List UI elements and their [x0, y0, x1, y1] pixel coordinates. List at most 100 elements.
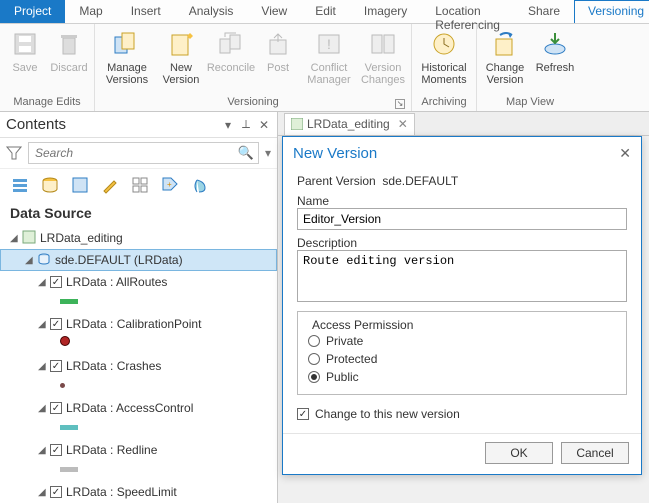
historical-moments-icon — [428, 28, 460, 60]
menu-imagery[interactable]: Imagery — [350, 0, 421, 23]
reconcile-button[interactable]: Reconcile — [207, 26, 255, 74]
new-version-button[interactable]: New Version — [157, 26, 205, 86]
access-permission-legend: Access Permission — [308, 318, 417, 332]
version-description-input[interactable] — [297, 250, 627, 302]
tree-layer-label: LRData : Crashes — [66, 359, 161, 373]
tab-close-icon[interactable]: ✕ — [398, 117, 408, 131]
tree-layer-label: LRData : AccessControl — [66, 401, 193, 415]
ribbon-group-label-manage-edits: Manage Edits — [4, 94, 90, 111]
radio-label: Private — [326, 334, 363, 348]
tree-layer[interactable]: ◢ ✓ LRData : Crashes — [0, 355, 277, 377]
radio-icon — [308, 335, 320, 347]
discard-button[interactable]: Discard — [48, 26, 90, 74]
tree-root-map[interactable]: ◢ LRData_editing — [0, 227, 277, 249]
layer-checkbox[interactable]: ✓ — [50, 402, 62, 414]
layer-checkbox[interactable]: ✓ — [50, 318, 62, 330]
radio-icon — [308, 371, 320, 383]
versioning-dialog-launcher-icon[interactable]: ↘ — [395, 99, 405, 109]
tree-layer[interactable]: ◢ ✓ LRData : AccessControl — [0, 397, 277, 419]
cancel-button[interactable]: Cancel — [561, 442, 629, 464]
search-box[interactable]: 🔍 — [28, 142, 259, 164]
tree-layer[interactable]: ◢ ✓ LRData : Redline — [0, 439, 277, 461]
list-by-labeling-icon[interactable]: + — [160, 175, 180, 195]
access-private-option[interactable]: Private — [308, 332, 616, 350]
version-name-input[interactable] — [297, 208, 627, 230]
description-field-label: Description — [297, 236, 627, 250]
collapse-icon[interactable]: ◢ — [38, 487, 48, 498]
tree-layer[interactable]: ◢ ✓ LRData : CalibrationPoint — [0, 313, 277, 335]
new-version-icon — [165, 28, 197, 60]
menu-edit[interactable]: Edit — [301, 0, 350, 23]
collapse-icon[interactable]: ◢ — [10, 233, 20, 244]
map-icon — [22, 230, 36, 247]
menu-project[interactable]: Project — [0, 0, 65, 23]
map-icon — [291, 118, 303, 130]
pane-close-icon[interactable]: ✕ — [257, 118, 271, 132]
symbol-swatch — [60, 383, 65, 388]
parent-version-label: Parent Version — [297, 174, 376, 188]
collapse-icon[interactable]: ◢ — [38, 445, 48, 456]
tree-layer-label: LRData : CalibrationPoint — [66, 317, 201, 331]
ribbon-group-map-view: Change Version Refresh Map View — [477, 24, 583, 111]
post-label: Post — [267, 62, 289, 74]
dialog-close-icon[interactable]: ✕ — [619, 145, 631, 162]
pane-options-icon[interactable]: ▾ — [221, 118, 235, 132]
ok-button[interactable]: OK — [485, 442, 553, 464]
geodatabase-icon — [37, 252, 51, 269]
collapse-icon[interactable]: ◢ — [38, 277, 48, 288]
version-changes-button[interactable]: Version Changes — [359, 26, 407, 86]
tree-version-node[interactable]: ◢ sde.DEFAULT (LRData) — [0, 249, 277, 271]
map-view-tab[interactable]: LRData_editing ✕ — [284, 113, 415, 135]
menu-location-referencing[interactable]: Location Referencing — [421, 0, 514, 23]
list-by-drawing-order-icon[interactable] — [10, 175, 30, 195]
collapse-icon[interactable]: ◢ — [25, 255, 35, 266]
collapse-icon[interactable]: ◢ — [38, 403, 48, 414]
pane-pin-icon[interactable]: ⟂ — [239, 118, 253, 132]
refresh-label: Refresh — [536, 62, 575, 74]
list-by-editing-icon[interactable] — [100, 175, 120, 195]
tree-layer-label: LRData : SpeedLimit — [66, 485, 177, 499]
search-dropdown-icon[interactable]: ▾ — [265, 146, 271, 160]
list-by-selection-icon[interactable] — [70, 175, 90, 195]
layer-checkbox[interactable]: ✓ — [50, 276, 62, 288]
symbol-swatch — [60, 425, 78, 430]
search-icon[interactable]: 🔍 — [238, 145, 254, 161]
discard-icon — [53, 28, 85, 60]
list-by-snapping-icon[interactable] — [130, 175, 150, 195]
layer-checkbox[interactable]: ✓ — [50, 486, 62, 498]
filter-icon[interactable] — [6, 145, 22, 161]
manage-versions-button[interactable]: Manage Versions — [99, 26, 155, 86]
menu-analysis[interactable]: Analysis — [175, 0, 248, 23]
menu-versioning[interactable]: Versioning — [574, 0, 649, 23]
menu-share[interactable]: Share — [514, 0, 574, 23]
search-input[interactable] — [33, 145, 238, 161]
collapse-icon[interactable]: ◢ — [38, 319, 48, 330]
access-protected-option[interactable]: Protected — [308, 350, 616, 368]
ribbon-group-archiving: Historical Moments Archiving — [412, 24, 477, 111]
change-version-button[interactable]: Change Version — [481, 26, 529, 86]
menu-map[interactable]: Map — [65, 0, 116, 23]
menu-view[interactable]: View — [247, 0, 301, 23]
list-by-data-source-icon[interactable] — [40, 175, 60, 195]
post-button[interactable]: Post — [257, 26, 299, 74]
change-to-new-version-label: Change to this new version — [315, 407, 460, 421]
layer-checkbox[interactable]: ✓ — [50, 444, 62, 456]
ribbon-group-label-archiving: Archiving — [416, 94, 472, 111]
tree-layer[interactable]: ◢ ✓ LRData : SpeedLimit — [0, 481, 277, 503]
ribbon-group-label-versioning: Versioning ↘ — [99, 94, 407, 111]
conflict-manager-button[interactable]: ! Conflict Manager — [301, 26, 357, 86]
menu-insert[interactable]: Insert — [117, 0, 175, 23]
save-button[interactable]: Save — [4, 26, 46, 74]
collapse-icon[interactable]: ◢ — [38, 361, 48, 372]
tree-layer-label: LRData : AllRoutes — [66, 275, 167, 289]
tree-layer[interactable]: ◢ ✓ LRData : AllRoutes — [0, 271, 277, 293]
new-version-label: New Version — [159, 62, 203, 86]
historical-moments-button[interactable]: Historical Moments — [416, 26, 472, 86]
manage-versions-label: Manage Versions — [101, 62, 153, 86]
symbol-swatch — [60, 299, 78, 304]
refresh-button[interactable]: Refresh — [531, 26, 579, 74]
change-to-new-version-checkbox-row[interactable]: ✓ Change to this new version — [297, 405, 627, 423]
layer-checkbox[interactable]: ✓ — [50, 360, 62, 372]
list-by-perception-icon[interactable] — [190, 175, 210, 195]
access-public-option[interactable]: Public — [308, 368, 616, 386]
